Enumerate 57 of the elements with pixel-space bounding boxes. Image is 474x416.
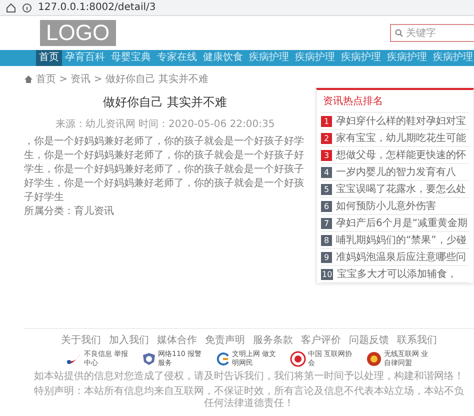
logo: LOGO bbox=[40, 20, 116, 46]
article-title: 做好你自己 其实并不难 bbox=[102, 94, 228, 111]
nav-tab[interactable]: 母婴宝典 bbox=[108, 50, 154, 66]
nav-tab[interactable]: 疾病护理 bbox=[384, 50, 430, 66]
seal-icon bbox=[290, 351, 306, 367]
nav-tab[interactable]: 疾病护理 bbox=[430, 50, 474, 66]
nav-tab[interactable]: 疾病护理 bbox=[246, 50, 292, 66]
footer-link[interactable]: 客户评价 bbox=[301, 333, 341, 347]
ring-icon bbox=[216, 352, 230, 366]
ranking-item[interactable]: 想做父母，怎样能更快速的怀 bbox=[336, 148, 466, 162]
rank-number: 8 bbox=[321, 234, 332, 246]
ranking-item[interactable]: 准妈妈泡温泉后应注意哪些问 bbox=[336, 250, 466, 264]
nav-tab[interactable]: 疾病护理 bbox=[292, 50, 338, 66]
nav-tab[interactable]: 孕育百科 bbox=[62, 50, 108, 66]
emblem-icon bbox=[366, 351, 382, 367]
home-icon[interactable] bbox=[6, 2, 16, 12]
rank-number: 4 bbox=[321, 166, 332, 178]
footer-link[interactable]: 免责声明 bbox=[205, 333, 245, 347]
footer-notice: 特别声明：本站所有信息均来自互联网，不保证时效，所有言论及信息不代表本站立场，本站不负任何法律道德责任！ bbox=[33, 386, 465, 410]
footer-link[interactable]: 联系我们 bbox=[397, 333, 437, 347]
info-icon[interactable] bbox=[22, 2, 32, 12]
nav-tab[interactable]: 疾病护理 bbox=[338, 50, 384, 66]
footer-notice: 如本站提供的信息对您造成了侵权，请及时告诉我们，我们将第一时间予以处理，构建和谐网络！ bbox=[33, 371, 465, 383]
breadcrumb: 首页 > 资讯 > 做好你自己 其实并不难 bbox=[36, 72, 209, 86]
ranking-title: 资讯热点排名 bbox=[321, 90, 469, 113]
nav-tab[interactable]: 专家在线 bbox=[154, 50, 200, 66]
search-icon bbox=[395, 29, 403, 37]
footer-link[interactable]: 问题反馈 bbox=[349, 333, 389, 347]
rank-number: 6 bbox=[321, 200, 332, 212]
rank-number: 9 bbox=[321, 252, 332, 262]
rank-number: 3 bbox=[321, 150, 332, 160]
rank-number: 2 bbox=[321, 132, 332, 144]
footer-link[interactable]: 服务条款 bbox=[253, 333, 293, 347]
ranking-item[interactable]: 孕妇产后6个月是“减重黄金期 bbox=[336, 216, 468, 230]
ranking-item[interactable]: 孕妇穿什么样的鞋对孕妇对宝 bbox=[336, 114, 466, 128]
rank-number: 5 bbox=[321, 184, 332, 194]
home-icon bbox=[24, 75, 33, 83]
ranking-item[interactable]: 哺乳期妈妈们的“禁果”，少碰 bbox=[336, 233, 466, 247]
footer-link[interactable]: 媒体合作 bbox=[157, 333, 197, 347]
address-url[interactable]: 127.0.0.1:8002/detail/3 bbox=[38, 2, 156, 13]
ranking-item[interactable]: 家有宝宝，幼儿期吃花生可能 bbox=[336, 131, 466, 145]
nav-tab[interactable]: 首页 bbox=[36, 50, 62, 66]
rank-number: 1 bbox=[321, 116, 332, 126]
footer-link[interactable]: 关于我们 bbox=[61, 333, 101, 347]
nav-tab[interactable]: 健康饮食 bbox=[200, 50, 246, 66]
rank-number: 7 bbox=[321, 218, 332, 228]
ranking-item[interactable]: 一岁内婴儿的智力发育有八 bbox=[336, 165, 456, 179]
article-body: ，你是一个好妈妈兼好老师了，你的孩子就会是一个好孩子好学生，你是一个好妈妈兼好老师了，你的孩子就会是一个好孩子好学生，你是一个好妈妈兼好老师了，你的孩子就会是一个好孩子好学生，你是一个好妈妈兼好老师了，你的孩子就会是一个好孩子好学生 bbox=[24, 135, 305, 205]
ranking-item[interactable]: 宝宝误喝了花露水，要怎么处 bbox=[336, 182, 466, 196]
shield-icon bbox=[142, 352, 156, 366]
article-meta: 来源：幼儿资讯网 时间：2020-05-06 22:00:35 bbox=[54, 118, 276, 131]
ranking-item[interactable]: 宝宝多大才可以添加辅食， bbox=[337, 267, 458, 281]
ranking-item[interactable]: 如何预防小儿意外伤害 bbox=[336, 199, 436, 213]
article-category: 所属分类：育儿资讯 bbox=[24, 205, 115, 219]
footer-link[interactable]: 加入我们 bbox=[109, 333, 149, 347]
swoosh-icon bbox=[66, 352, 82, 366]
rank-number: 10 bbox=[321, 268, 334, 280]
